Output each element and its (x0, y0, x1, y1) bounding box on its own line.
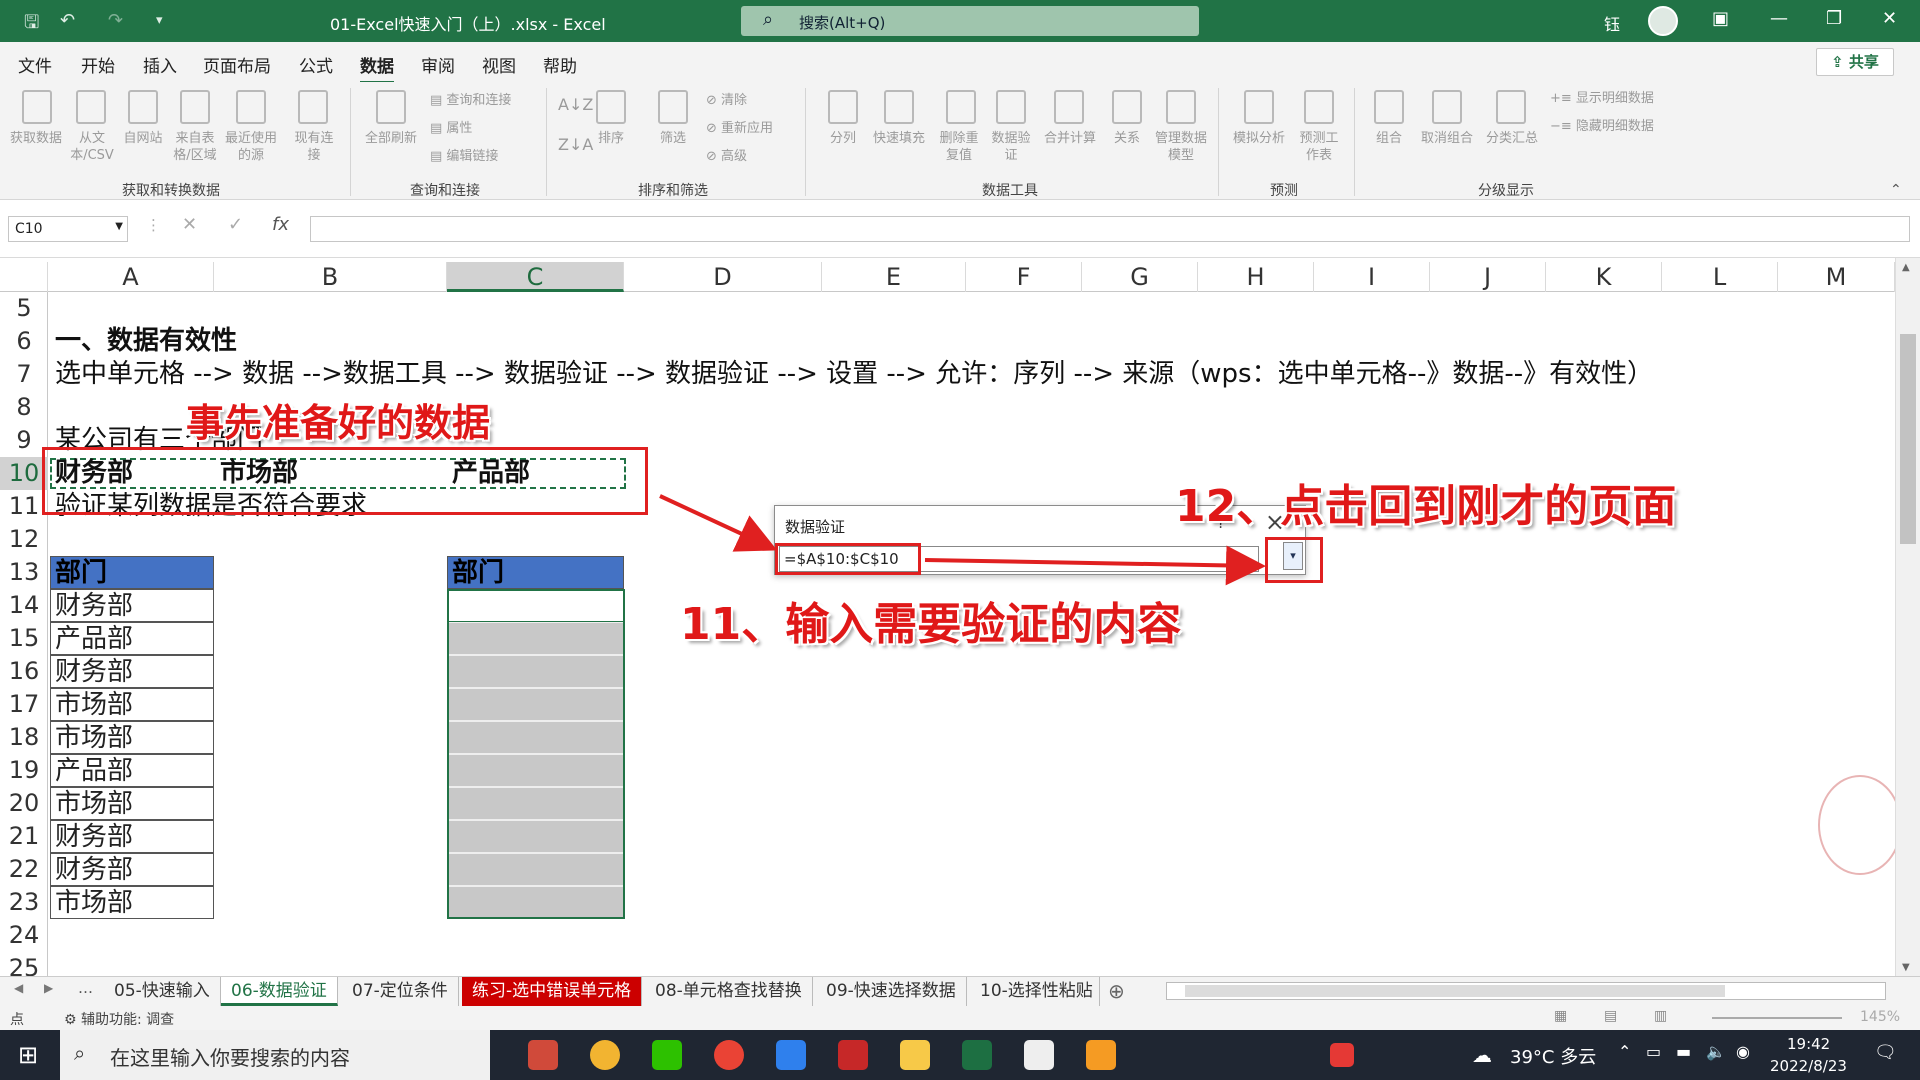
status-mode: 点 (10, 1012, 24, 1028)
network-icon[interactable]: ▭ (1646, 1042, 1661, 1061)
scroll-thumb[interactable] (1900, 334, 1916, 544)
arrow-to-button (924, 545, 1266, 586)
scroll-down-icon[interactable]: ▼ (1902, 962, 1910, 973)
chrome-icon[interactable] (714, 1040, 744, 1070)
clock-date[interactable]: 2022/8/23 (1770, 1057, 1847, 1075)
status-bar: 点 ⚙ 辅助功能: 调查 ▦ ▤ ▥ 145% (0, 1006, 1920, 1030)
zoom-slider[interactable] (1712, 1017, 1842, 1019)
sheet-tab[interactable]: 练习-选中错误单元格 (462, 977, 643, 1006)
volume-icon[interactable]: 🔈 (1706, 1042, 1726, 1061)
sheet-tab[interactable]: 08-单元格查找替换 (645, 977, 813, 1006)
taskbar: ⊞ ⌕ 在这里输入你要搜索的内容 ☁ 39°C 多云 ⌃ ▭ ▬ 🔈 ◉ 19:… (0, 1030, 1920, 1080)
annotation-arrows (659, 494, 1266, 586)
annotation-step12: 12、点击回到刚才的页面 (1175, 481, 1677, 532)
sheet-tab-active[interactable]: 06-数据验证 (221, 977, 338, 1006)
typora-icon[interactable] (1024, 1040, 1054, 1070)
taskbar-search[interactable]: ⌕ 在这里输入你要搜索的内容 (60, 1030, 490, 1080)
add-sheet-icon[interactable]: ⊕ (1108, 979, 1125, 1003)
vertical-scrollbar[interactable]: ▲ ▼ (1895, 258, 1920, 978)
sheet-tab[interactable]: 10-选择性粘贴 (970, 977, 1100, 1006)
zoom-level[interactable]: 145% (1860, 1009, 1900, 1025)
wechat-icon[interactable] (652, 1040, 682, 1070)
more-tabs-icon[interactable]: … (78, 979, 93, 997)
scroll-up-icon[interactable]: ▲ (1902, 262, 1910, 273)
excel-icon[interactable] (962, 1040, 992, 1070)
battery-icon[interactable]: ▬ (1676, 1042, 1691, 1061)
browser-icon[interactable] (590, 1040, 620, 1070)
app-icon[interactable] (1086, 1040, 1116, 1070)
h-scroll-thumb[interactable] (1185, 985, 1725, 997)
normal-view-icon[interactable]: ▦ (1554, 1008, 1567, 1024)
clock-time[interactable]: 19:42 (1787, 1035, 1830, 1053)
sheet-tab[interactable]: 09-快速选择数据 (816, 977, 967, 1006)
accessibility-icon: ⚙ (64, 1012, 82, 1028)
sheet-tabs: ◀ ▶ … 05-快速输入 06-数据验证 07-定位条件 练习-选中错误单元格… (0, 976, 1920, 1006)
vscode-icon[interactable] (776, 1040, 806, 1070)
accessibility-status[interactable]: ⚙ 辅助功能: 调查 (64, 1009, 174, 1029)
notification-icon[interactable]: 🗨 (1874, 1042, 1897, 1063)
page-break-icon[interactable]: ▥ (1654, 1008, 1667, 1024)
horizontal-scrollbar[interactable] (1166, 982, 1886, 1000)
app-icon[interactable] (528, 1040, 558, 1070)
tray-chevron-icon[interactable]: ⌃ (1618, 1042, 1631, 1061)
tab-scroll-left-icon[interactable]: ◀ (14, 981, 23, 995)
app-icon[interactable] (838, 1040, 868, 1070)
taskbar-search-placeholder: 在这里输入你要搜索的内容 (110, 1046, 350, 1070)
sheet-tab[interactable]: 05-快速输入 (104, 977, 221, 1006)
sheet-tab[interactable]: 07-定位条件 (342, 977, 459, 1006)
windows-start-icon[interactable]: ⊞ (18, 1041, 38, 1069)
annotation-step11: 11、输入需要验证的内容 (680, 599, 1182, 650)
tab-scroll-right-icon[interactable]: ▶ (44, 981, 53, 995)
page-layout-icon[interactable]: ▤ (1604, 1008, 1617, 1024)
search-icon: ⌕ (74, 1041, 86, 1065)
ime-icon[interactable] (1330, 1043, 1354, 1067)
qq-icon[interactable]: ◉ (1736, 1042, 1750, 1061)
arrow-to-input (659, 494, 778, 552)
weather-icon: ☁ (1472, 1043, 1492, 1067)
weather-text[interactable]: 39°C 多云 (1510, 1043, 1596, 1069)
file-explorer-icon[interactable] (900, 1040, 930, 1070)
mascot-sticker (1818, 775, 1902, 875)
